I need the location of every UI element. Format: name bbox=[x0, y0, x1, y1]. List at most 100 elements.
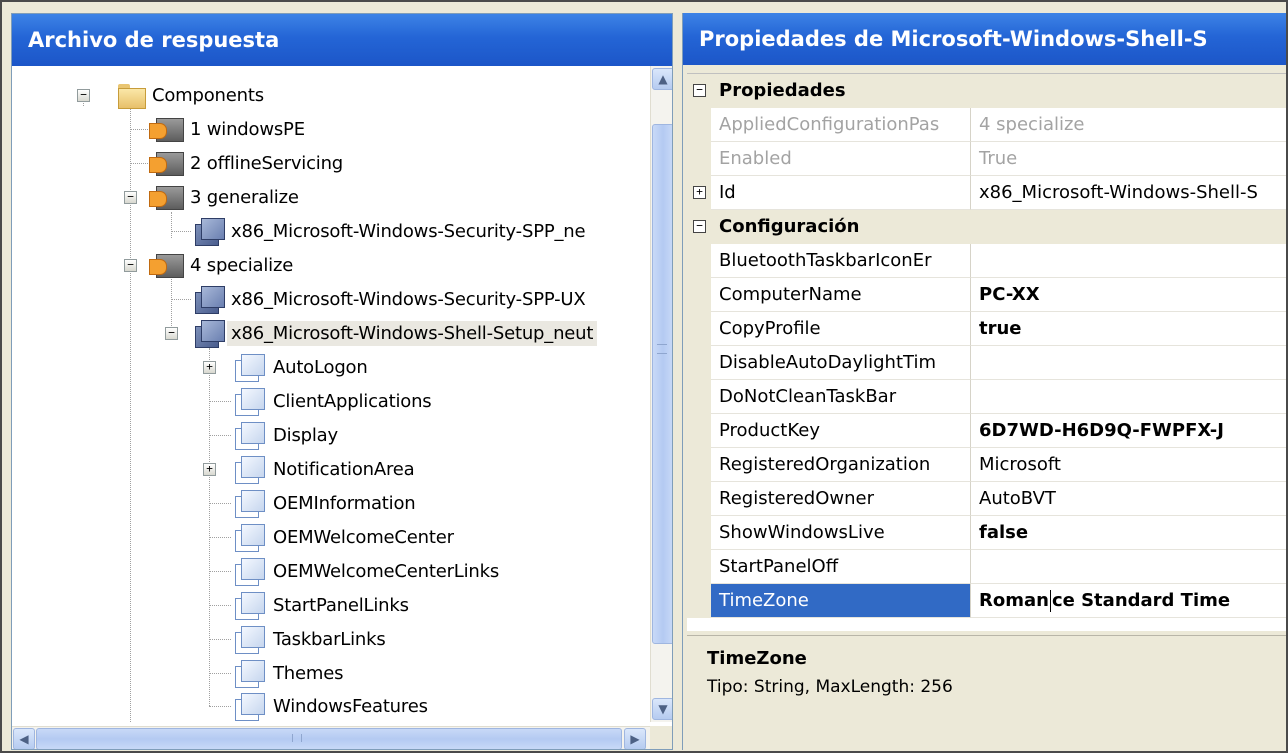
tree-item-label: 4 specialize bbox=[190, 254, 294, 276]
tree-line bbox=[209, 706, 231, 707]
collapse-generalize-button[interactable]: − bbox=[124, 191, 137, 204]
category-properties[interactable]: − Propiedades bbox=[687, 74, 1286, 108]
tree-item-windowsfeatures[interactable]: WindowsFeatures bbox=[231, 689, 428, 722]
timezone-input[interactable]: Roman ce Standard Time bbox=[971, 584, 1286, 618]
expand-notificationarea-button[interactable]: + bbox=[203, 463, 216, 476]
setting-value[interactable]: 6D7WD-H6D9Q-FWPFX-J bbox=[971, 414, 1286, 448]
setting-row-showwindowslive[interactable]: ShowWindowsLive false bbox=[687, 516, 1286, 550]
tree-item-oeminformation[interactable]: OEMInformation bbox=[231, 486, 416, 520]
setting-row-copyprofile[interactable]: CopyProfile true bbox=[687, 312, 1286, 346]
scroll-down-button[interactable]: ▼ bbox=[652, 698, 672, 720]
tree-item-oemwelcomecenter[interactable]: OEMWelcomeCenter bbox=[231, 520, 454, 554]
tree-item-oemwelcomecenterlinks[interactable]: OEMWelcomeCenterLinks bbox=[231, 554, 499, 588]
properties-pane: Propiedades de Microsoft-Windows-Shell-S… bbox=[682, 13, 1286, 750]
tree-item-generalize[interactable]: 3 generalize bbox=[150, 180, 299, 214]
tree-item-label: 3 generalize bbox=[190, 186, 299, 208]
tree-item-security-spp[interactable]: x86_Microsoft-Windows-Security-SPP_ne bbox=[191, 214, 586, 248]
setting-name: BluetoothTaskbarIconEr bbox=[711, 244, 971, 278]
collapse-components-button[interactable]: − bbox=[77, 89, 90, 102]
setting-icon bbox=[231, 352, 267, 382]
property-row-applied-pass[interactable]: AppliedConfigurationPas 4 specialize bbox=[687, 108, 1286, 142]
tree-item-specialize[interactable]: 4 specialize bbox=[150, 248, 293, 282]
description-text: Tipo: String, MaxLength: 256 bbox=[707, 677, 953, 697]
tree-item-security-spp-ux[interactable]: x86_Microsoft-Windows-Security-SPP-UX bbox=[191, 282, 586, 316]
tree-item-label: StartPanelLinks bbox=[273, 594, 409, 616]
answer-file-header: Archivo de respuesta bbox=[12, 14, 672, 66]
tree-line bbox=[171, 299, 191, 300]
setting-icon bbox=[231, 556, 267, 586]
tree-item-offlineservicing[interactable]: 2 offlineServicing bbox=[150, 146, 343, 180]
tree-item-components[interactable]: Components bbox=[116, 78, 264, 112]
scroll-right-button[interactable]: ▶ bbox=[624, 728, 646, 749]
setting-icon bbox=[231, 658, 267, 688]
setting-icon bbox=[231, 386, 267, 416]
timezone-text-after-caret: ce Standard Time bbox=[1051, 590, 1231, 611]
scroll-left-button[interactable]: ◀ bbox=[13, 728, 35, 749]
answer-file-tree[interactable]: − − − − + + Components 1 windowsPE 2 off… bbox=[12, 66, 650, 722]
setting-value[interactable] bbox=[971, 550, 1286, 584]
tree-item-label: NotificationArea bbox=[273, 458, 415, 480]
tree-item-clientapplications[interactable]: ClientApplications bbox=[231, 384, 432, 418]
tree-item-display[interactable]: Display bbox=[231, 418, 338, 452]
setting-value[interactable]: false bbox=[971, 516, 1286, 550]
tree-item-label: x86_Microsoft-Windows-Security-SPP_ne bbox=[231, 220, 586, 242]
setting-row-registeredowner[interactable]: RegisteredOwner AutoBVT bbox=[687, 482, 1286, 516]
setting-value[interactable] bbox=[971, 346, 1286, 380]
collapse-category-button[interactable]: − bbox=[693, 84, 706, 97]
properties-header: Propiedades de Microsoft-Windows-Shell-S bbox=[683, 13, 1286, 65]
horizontal-scroll-thumb[interactable] bbox=[36, 728, 622, 749]
text-caret bbox=[1049, 590, 1051, 612]
property-row-id[interactable]: + Id x86_Microsoft-Windows-Shell-S bbox=[687, 176, 1286, 210]
tree-line bbox=[209, 571, 231, 572]
tree-line bbox=[209, 639, 231, 640]
property-value: True bbox=[971, 142, 1286, 176]
scroll-up-button[interactable]: ▲ bbox=[652, 68, 672, 90]
setting-icon bbox=[231, 691, 267, 721]
setting-name: StartPanelOff bbox=[711, 550, 971, 584]
tree-item-startpanellinks[interactable]: StartPanelLinks bbox=[231, 588, 409, 622]
tree-item-autologon[interactable]: AutoLogon bbox=[231, 350, 368, 384]
category-settings[interactable]: − Configuración bbox=[687, 210, 1286, 244]
setting-row-donotcleantaskbar[interactable]: DoNotCleanTaskBar bbox=[687, 380, 1286, 414]
collapse-category-button[interactable]: − bbox=[693, 220, 706, 233]
setting-row-timezone[interactable]: TimeZone Roman ce Standard Time bbox=[687, 584, 1286, 618]
tree-item-taskbarlinks[interactable]: TaskbarLinks bbox=[231, 622, 386, 656]
setting-row-disableautodaylight[interactable]: DisableAutoDaylightTim bbox=[687, 346, 1286, 380]
tree-item-windowspe[interactable]: 1 windowsPE bbox=[150, 112, 305, 146]
setting-row-registeredorganization[interactable]: RegisteredOrganization Microsoft bbox=[687, 448, 1286, 482]
tree-line bbox=[171, 231, 191, 232]
setting-row-computername[interactable]: ComputerName PC-XX bbox=[687, 278, 1286, 312]
setting-row-bluetooth[interactable]: BluetoothTaskbarIconEr bbox=[687, 244, 1286, 278]
tree-item-themes[interactable]: Themes bbox=[231, 656, 343, 690]
tree-item-shell-setup[interactable]: x86_Microsoft-Windows-Shell-Setup_neut bbox=[191, 316, 598, 350]
tree-item-label: OEMWelcomeCenterLinks bbox=[273, 560, 500, 582]
expand-id-button[interactable]: + bbox=[693, 186, 706, 199]
setting-value[interactable]: AutoBVT bbox=[971, 482, 1286, 516]
setting-value[interactable] bbox=[971, 380, 1286, 414]
tree-line bbox=[130, 129, 150, 130]
setting-value[interactable]: PC-XX bbox=[971, 278, 1286, 312]
tree-item-label: x86_Microsoft-Windows-Security-SPP-UX bbox=[231, 288, 586, 310]
vertical-scrollbar[interactable]: ▲ ▼ bbox=[650, 66, 672, 722]
horizontal-scrollbar[interactable]: ◀ ▶ bbox=[12, 726, 650, 749]
tree-line bbox=[209, 401, 231, 402]
tree-item-label: Display bbox=[273, 424, 338, 446]
collapse-specialize-button[interactable]: − bbox=[124, 259, 137, 272]
setting-row-startpaneloff[interactable]: StartPanelOff bbox=[687, 550, 1286, 584]
collapse-shell-setup-button[interactable]: − bbox=[165, 327, 178, 340]
setting-value[interactable] bbox=[971, 244, 1286, 278]
setting-value[interactable]: Microsoft bbox=[971, 448, 1286, 482]
tree-item-label: WindowsFeatures bbox=[273, 695, 428, 717]
timezone-text-before-caret: Roman bbox=[979, 590, 1049, 611]
expand-autologon-button[interactable]: + bbox=[203, 361, 216, 374]
setting-value[interactable]: true bbox=[971, 312, 1286, 346]
property-value: x86_Microsoft-Windows-Shell-S bbox=[971, 176, 1286, 210]
tree-item-notificationarea[interactable]: NotificationArea bbox=[231, 452, 415, 486]
property-row-enabled[interactable]: Enabled True bbox=[687, 142, 1286, 176]
folder-icon bbox=[116, 82, 146, 109]
tree-line bbox=[209, 605, 231, 606]
property-grid[interactable]: − Propiedades AppliedConfigurationPas 4 … bbox=[687, 73, 1286, 631]
vertical-scroll-thumb[interactable] bbox=[652, 124, 672, 644]
setting-row-productkey[interactable]: ProductKey 6D7WD-H6D9Q-FWPFX-J bbox=[687, 414, 1286, 448]
category-label: Propiedades bbox=[719, 80, 846, 101]
